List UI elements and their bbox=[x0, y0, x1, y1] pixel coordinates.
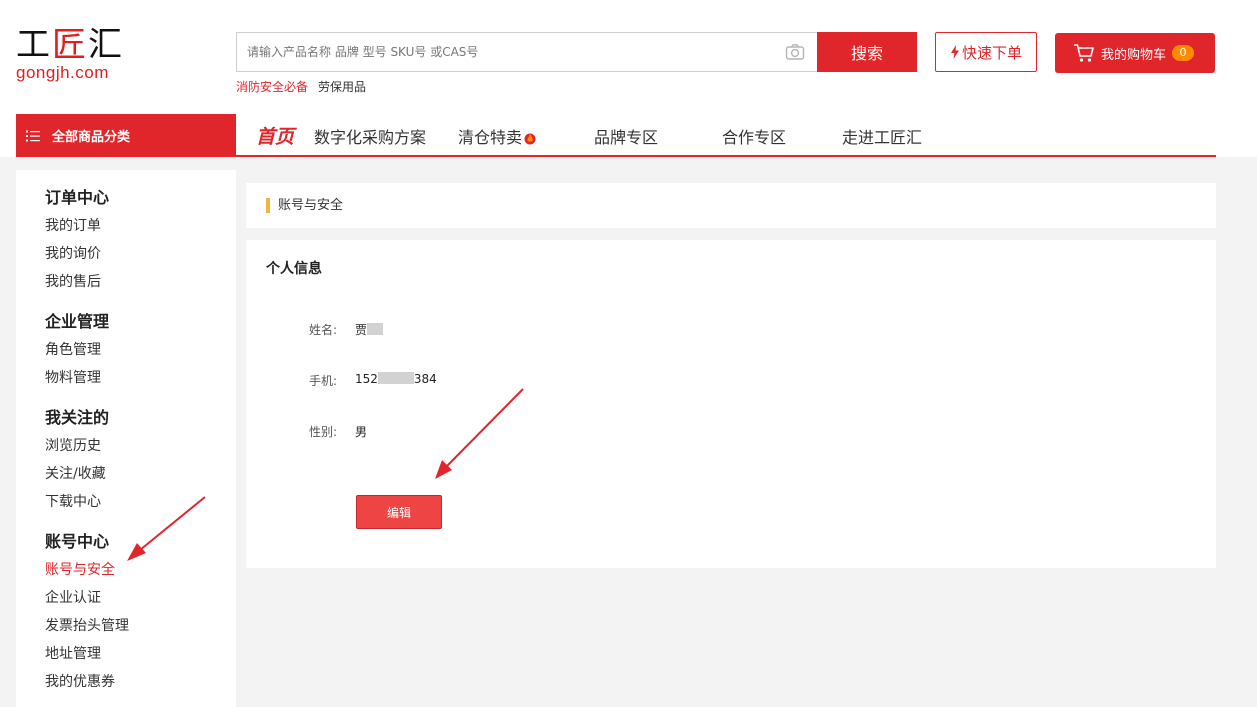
nav-partners[interactable]: 合作专区 bbox=[722, 124, 786, 148]
gender-label: 性别: bbox=[309, 425, 338, 439]
hot-link-fire-safety[interactable]: 消防安全必备 bbox=[236, 78, 308, 95]
phone-suffix: 384 bbox=[413, 372, 437, 386]
sidebar-item-addresses[interactable]: 地址管理 bbox=[45, 643, 101, 663]
name-value: 贾 bbox=[355, 321, 384, 338]
nav-brands[interactable]: 品牌专区 bbox=[594, 124, 658, 148]
phone-label: 手机: bbox=[309, 374, 338, 388]
cart-button[interactable]: 我的购物车 0 bbox=[1055, 33, 1215, 73]
sidebar-item-my-inquiries[interactable]: 我的询价 bbox=[45, 243, 101, 263]
phone-redaction bbox=[377, 372, 414, 384]
sidebar-item-coupons[interactable]: 我的优惠券 bbox=[45, 671, 115, 691]
cart-count-badge: 0 bbox=[1172, 45, 1195, 61]
sidebar-item-materials[interactable]: 物料管理 bbox=[45, 367, 101, 387]
phone-prefix: 152 bbox=[355, 372, 378, 386]
sidebar-group-enterprise: 企业管理 bbox=[45, 312, 110, 331]
header: 工匠汇 gongjh.com 搜索 快速下单 我的购物车 0 消防安全必备 劳保… bbox=[0, 0, 1257, 157]
hot-link-labor-protection[interactable]: 劳保用品 bbox=[318, 78, 366, 95]
camera-icon[interactable] bbox=[785, 43, 805, 61]
sidebar-item-downloads[interactable]: 下载中心 bbox=[45, 491, 101, 511]
nav-home[interactable]: 首页 bbox=[256, 122, 294, 149]
hot-search-links: 消防安全必备 劳保用品 bbox=[236, 78, 366, 95]
all-categories-label: 全部商品分类 bbox=[52, 130, 131, 145]
sidebar-group-follows: 我关注的 bbox=[45, 408, 110, 427]
fire-icon bbox=[524, 133, 536, 145]
sidebar-group-orders: 订单中心 bbox=[45, 188, 110, 207]
name-redaction bbox=[367, 323, 384, 335]
sidebar-item-account-security[interactable]: 账号与安全 bbox=[45, 559, 115, 579]
gender-value: 男 bbox=[355, 425, 368, 439]
breadcrumb-marker bbox=[266, 198, 270, 213]
sidebar-item-after-sales[interactable]: 我的售后 bbox=[45, 271, 101, 291]
bolt-icon bbox=[950, 45, 959, 59]
logo-chinese: 工匠汇 bbox=[16, 25, 124, 65]
search-button[interactable]: 搜索 bbox=[817, 32, 917, 72]
search-input[interactable] bbox=[237, 33, 777, 71]
logo-domain: gongjh.com bbox=[16, 63, 109, 82]
sidebar-item-enterprise-cert[interactable]: 企业认证 bbox=[45, 587, 101, 607]
name-label: 姓名: bbox=[309, 323, 338, 337]
quick-order-label: 快速下单 bbox=[961, 43, 1022, 62]
breadcrumb-label: 账号与安全 bbox=[278, 198, 344, 213]
menu-icon bbox=[26, 130, 40, 141]
sidebar-item-my-orders[interactable]: 我的订单 bbox=[45, 215, 101, 235]
all-categories-button[interactable]: 全部商品分类 bbox=[16, 114, 236, 157]
cart-label: 我的购物车 bbox=[1101, 47, 1167, 63]
nav-about[interactable]: 走进工匠汇 bbox=[842, 124, 922, 148]
nav-digital-procurement[interactable]: 数字化采购方案 bbox=[314, 124, 426, 148]
phone-value: 152 384 bbox=[355, 372, 437, 386]
sidebar-item-history[interactable]: 浏览历史 bbox=[45, 435, 101, 455]
sidebar-item-favorites[interactable]: 关注/收藏 bbox=[45, 463, 106, 483]
account-sidebar: 订单中心 我的订单 我的询价 我的售后 企业管理 角色管理 物料管理 我关注的 … bbox=[16, 170, 236, 707]
nav-clearance[interactable]: 清仓特卖 bbox=[458, 124, 537, 148]
sidebar-item-invoice-titles[interactable]: 发票抬头管理 bbox=[45, 615, 129, 635]
breadcrumb: 账号与安全 bbox=[246, 183, 1216, 228]
cart-icon bbox=[1074, 44, 1094, 62]
nav-clearance-label: 清仓特卖 bbox=[458, 128, 523, 147]
edit-button[interactable]: 编辑 bbox=[356, 495, 442, 529]
sidebar-group-account: 账号中心 bbox=[45, 532, 110, 551]
main-nav: 首页 数字化采购方案 清仓特卖 品牌专区 合作专区 走进工匠汇 bbox=[236, 114, 1216, 157]
personal-info-title: 个人信息 bbox=[266, 261, 322, 277]
search-box bbox=[236, 32, 818, 72]
sidebar-item-roles[interactable]: 角色管理 bbox=[45, 339, 101, 359]
site-logo[interactable]: 工匠汇 gongjh.com bbox=[16, 28, 136, 82]
personal-info-panel: 个人信息 姓名: 贾 手机: 152 384 性别: 男 编辑 bbox=[246, 240, 1216, 568]
quick-order-button[interactable]: 快速下单 bbox=[935, 32, 1037, 72]
name-visible: 贾 bbox=[355, 323, 368, 337]
